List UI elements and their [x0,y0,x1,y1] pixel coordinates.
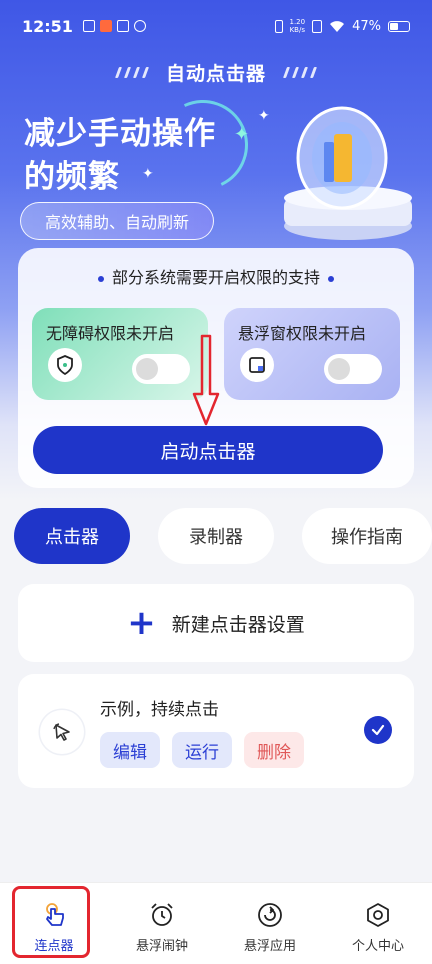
bullet-dot [328,275,334,282]
hero-tag: 高效辅助、自动刷新 [20,202,214,240]
status-right: 1.20 KB/s 47% [274,18,410,34]
link-icon [133,20,146,32]
selected-check-icon[interactable] [364,716,392,744]
status-time: 12:51 [22,16,73,36]
bullet-dot [97,275,104,282]
sparkle-icon: ✦ [258,108,270,124]
accessibility-toggle[interactable] [132,354,190,384]
toggle-knob [328,358,350,380]
clicker-config-card[interactable]: 示例，持续点击 编辑 运行 删除 [18,674,414,788]
nav-item-profile[interactable]: 个人中心 [324,883,432,964]
decor-dashes-left [114,63,150,82]
network-speed-unit: KB/s [289,26,305,34]
floating-window-permission-label: 悬浮窗权限未开启 [238,324,367,343]
nav-item-floating-apps[interactable]: 悬浮应用 [216,883,324,964]
cursor-icon [40,710,84,754]
tab-recorder[interactable]: 录制器 [158,508,274,564]
hexagon-gear-icon [367,903,389,927]
new-clicker-setting-label: 新建点击器设置 [171,613,305,636]
play-icon [116,20,129,32]
app-notification-icon [99,20,112,32]
clicker-illustration [284,106,412,240]
notification-icons [82,20,146,32]
permission-notice: 部分系统需要开启权限的支持 [18,264,414,288]
app-title: 自动点击器 [165,62,266,85]
floating-window-permission-item[interactable]: 悬浮窗权限未开启 [224,308,400,400]
wifi-icon [330,20,345,32]
network-speed-value: 1.20 [289,18,306,26]
app-header: 自动点击器 [0,58,432,86]
network-speed: 1.20 KB/s [290,18,306,34]
delete-button[interactable]: 删除 [244,732,304,768]
floating-window-toggle[interactable] [324,354,382,384]
tab-bar: 点击器 录制器 操作指南 [14,508,432,564]
plus-icon: + [127,603,156,643]
sparkle-icon: ✦ [234,124,250,145]
accessibility-permission-label: 无障碍权限未开启 [46,324,175,343]
start-clicker-button[interactable]: 启动点击器 [33,426,383,474]
nav-label-floating-alarm: 悬浮闹钟 [135,939,188,954]
run-button[interactable]: 运行 [172,732,232,768]
shield-icon [48,348,82,382]
refresh-circle-icon [258,903,282,927]
battery-icon [388,20,410,32]
annotation-arrow-icon [192,334,220,426]
hero-title-line2: 的频繁 [24,159,120,195]
decor-dashes-right [282,63,318,82]
sparkle-icon: ✦ [142,166,154,182]
toggle-knob [136,358,158,380]
nav-item-floating-alarm[interactable]: 悬浮闹钟 [108,883,216,964]
vibrate-icon [274,19,283,33]
config-title: 示例，持续点击 [100,700,219,720]
edit-button[interactable]: 编辑 [100,732,160,768]
alarm-clock-icon [151,903,173,926]
tab-clicker[interactable]: 点击器 [14,508,130,564]
window-icon [240,348,274,382]
hero-title-line1: 减少手动操作 [24,116,216,152]
sim-icon [312,19,323,33]
accessibility-permission-item[interactable]: 无障碍权限未开启 [32,308,208,400]
status-bar: 12:51 1.20 KB/s 47% [0,0,432,52]
annotation-highlight-box [12,886,90,958]
nav-label-floating-apps: 悬浮应用 [243,939,296,954]
battery-percent: 47% [352,18,381,34]
new-clicker-setting-button[interactable]: + 新建点击器设置 [18,584,414,662]
mail-icon [82,20,95,32]
nav-label-profile: 个人中心 [351,939,404,954]
permission-notice-text: 部分系统需要开启权限的支持 [111,268,320,287]
tab-guide[interactable]: 操作指南 [302,508,432,564]
hero-title: 减少手动操作 的频繁 [24,113,244,199]
